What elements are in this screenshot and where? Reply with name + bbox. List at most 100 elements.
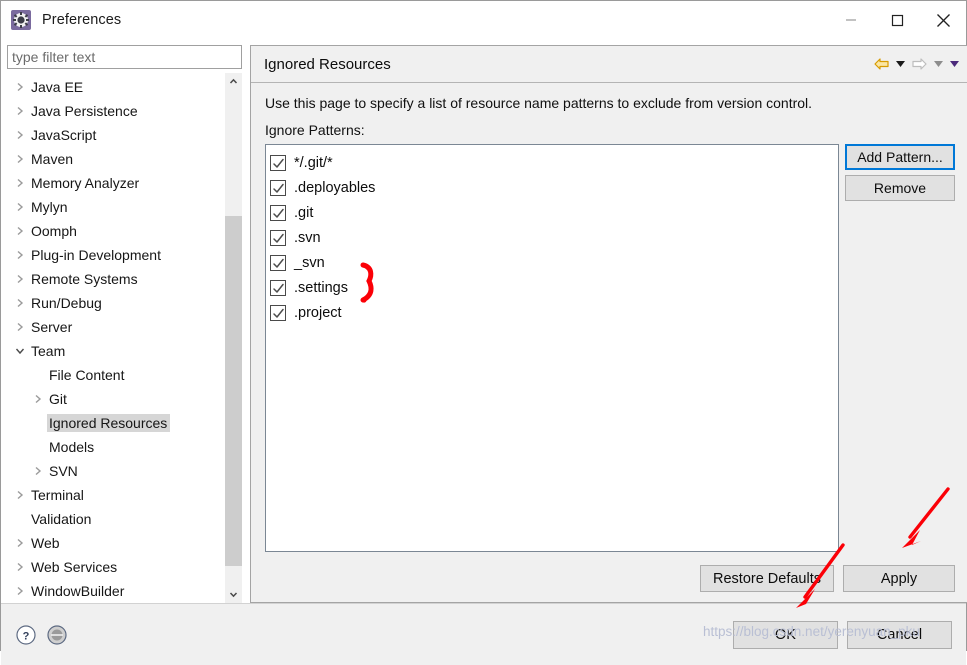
page-description: Use this page to specify a list of resou… bbox=[265, 95, 813, 111]
ok-button[interactable]: OK bbox=[733, 620, 838, 649]
chevron-right-icon[interactable] bbox=[11, 82, 29, 92]
chevron-right-icon[interactable] bbox=[11, 490, 29, 500]
chevron-right-icon[interactable] bbox=[11, 322, 29, 332]
sidebar-item-validation[interactable]: Validation bbox=[7, 507, 225, 531]
pattern-checkbox[interactable] bbox=[270, 254, 286, 271]
page-nav-icons bbox=[871, 46, 961, 82]
ignore-patterns-label: Ignore Patterns: bbox=[265, 122, 365, 138]
sidebar-item-javascript[interactable]: JavaScript bbox=[7, 123, 225, 147]
sidebar-item-label: Models bbox=[49, 439, 95, 455]
tree-scrollbar[interactable] bbox=[225, 73, 242, 603]
pattern-list-item[interactable]: .git bbox=[270, 200, 838, 225]
preferences-tree: Java EE Java Persistence JavaScript Maven Me… bbox=[7, 73, 225, 603]
chevron-down-icon[interactable] bbox=[225, 586, 242, 603]
sidebar-item-java-ee[interactable]: Java EE bbox=[7, 75, 225, 99]
pattern-checkbox[interactable] bbox=[270, 179, 286, 196]
preferences-gear-icon bbox=[11, 10, 31, 30]
pattern-list-item[interactable]: _svn bbox=[270, 250, 838, 275]
chevron-right-icon[interactable] bbox=[11, 202, 29, 212]
filter-input[interactable] bbox=[7, 45, 242, 69]
sidebar-item-label: Team bbox=[31, 343, 66, 359]
forward-menu-caret-down-icon[interactable] bbox=[931, 53, 945, 75]
sidebar-item-team[interactable]: Team bbox=[7, 339, 225, 363]
sidebar-item-web-services[interactable]: Web Services bbox=[7, 555, 225, 579]
add-pattern-button[interactable]: Add Pattern... bbox=[845, 144, 955, 170]
remove-button[interactable]: Remove bbox=[845, 175, 955, 201]
sidebar-item-oomph[interactable]: Oomph bbox=[7, 219, 225, 243]
chevron-right-icon[interactable] bbox=[11, 154, 29, 164]
sidebar-item-terminal[interactable]: Terminal bbox=[7, 483, 225, 507]
sidebar-item-windowbuilder[interactable]: WindowBuilder bbox=[7, 579, 225, 603]
chevron-right-icon[interactable] bbox=[11, 130, 29, 140]
sidebar-item-label: Java Persistence bbox=[31, 103, 138, 119]
contents-circle-icon[interactable] bbox=[46, 624, 68, 646]
pattern-checkbox[interactable] bbox=[270, 279, 286, 296]
pattern-checkbox[interactable] bbox=[270, 204, 286, 221]
forward-arrow-icon[interactable] bbox=[909, 53, 929, 75]
pattern-list-item[interactable]: .svn bbox=[270, 225, 838, 250]
pattern-checkbox[interactable] bbox=[270, 229, 286, 246]
chevron-right-icon[interactable] bbox=[29, 466, 47, 476]
question-mark-icon[interactable]: ? bbox=[15, 624, 37, 646]
pattern-list-item[interactable]: */.git/* bbox=[270, 150, 838, 175]
pattern-list-item[interactable]: .project bbox=[270, 300, 838, 325]
sidebar-item-label: Git bbox=[49, 391, 67, 407]
sidebar-item-java-persistence[interactable]: Java Persistence bbox=[7, 99, 225, 123]
window-title: Preferences bbox=[42, 12, 122, 28]
sidebar-item-run-debug[interactable]: Run/Debug bbox=[7, 291, 225, 315]
sidebar-item-plug-in-development[interactable]: Plug-in Development bbox=[7, 243, 225, 267]
sidebar-item-label: WindowBuilder bbox=[31, 583, 125, 599]
sidebar-item-web[interactable]: Web bbox=[7, 531, 225, 555]
chevron-right-icon[interactable] bbox=[11, 250, 29, 260]
page-header: Ignored Resources bbox=[251, 46, 967, 83]
sidebar-item-ignored-resources[interactable]: Ignored Resources bbox=[7, 411, 225, 435]
dialog-footer: ? OK Cancel bbox=[1, 603, 966, 665]
close-button[interactable] bbox=[920, 1, 966, 39]
back-menu-caret-down-icon[interactable] bbox=[893, 53, 907, 75]
page-body: Use this page to specify a list of resou… bbox=[251, 83, 967, 602]
overflow-menu-caret-down-icon[interactable] bbox=[947, 53, 961, 75]
chevron-right-icon[interactable] bbox=[11, 226, 29, 236]
chevron-down-icon[interactable] bbox=[11, 347, 29, 355]
chevron-right-icon[interactable] bbox=[11, 562, 29, 572]
pattern-checkbox[interactable] bbox=[270, 154, 286, 171]
footer-icons: ? bbox=[15, 624, 68, 646]
pattern-list-item[interactable]: .deployables bbox=[270, 175, 838, 200]
sidebar-item-label: Ignored Resources bbox=[47, 414, 171, 432]
minimize-button[interactable] bbox=[828, 1, 874, 39]
sidebar-item-memory-analyzer[interactable]: Memory Analyzer bbox=[7, 171, 225, 195]
chevron-right-icon[interactable] bbox=[11, 538, 29, 548]
ignore-patterns-list[interactable]: */.git/* .deployables .git .svn _svn .setting… bbox=[265, 144, 839, 552]
pattern-label: .settings bbox=[294, 279, 348, 296]
back-arrow-icon[interactable] bbox=[871, 53, 891, 75]
sidebar-item-label: Web Services bbox=[31, 559, 118, 575]
sidebar-item-mylyn[interactable]: Mylyn bbox=[7, 195, 225, 219]
tree-scrollbar-thumb[interactable] bbox=[225, 216, 242, 566]
sidebar-item-server[interactable]: Server bbox=[7, 315, 225, 339]
maximize-button[interactable] bbox=[874, 1, 920, 39]
chevron-right-icon[interactable] bbox=[11, 586, 29, 596]
preferences-tree-wrapper: Java EE Java Persistence JavaScript Maven Me… bbox=[7, 73, 242, 603]
chevron-right-icon[interactable] bbox=[11, 298, 29, 308]
sidebar-item-label: Run/Debug bbox=[31, 295, 102, 311]
sidebar-item-remote-systems[interactable]: Remote Systems bbox=[7, 267, 225, 291]
chevron-right-icon[interactable] bbox=[11, 274, 29, 284]
chevron-up-icon[interactable] bbox=[225, 73, 242, 90]
pattern-label: _svn bbox=[294, 254, 325, 271]
restore-defaults-button[interactable]: Restore Defaults bbox=[700, 565, 834, 592]
sidebar-item-maven[interactable]: Maven bbox=[7, 147, 225, 171]
sidebar-item-label: SVN bbox=[49, 463, 78, 479]
chevron-right-icon[interactable] bbox=[29, 394, 47, 404]
sidebar-item-label: Mylyn bbox=[31, 199, 68, 215]
chevron-right-icon[interactable] bbox=[11, 178, 29, 188]
pattern-checkbox[interactable] bbox=[270, 304, 286, 321]
sidebar-item-models[interactable]: Models bbox=[7, 435, 225, 459]
cancel-button[interactable]: Cancel bbox=[847, 620, 952, 649]
pattern-list-item[interactable]: .settings bbox=[270, 275, 838, 300]
apply-button[interactable]: Apply bbox=[843, 565, 955, 592]
sidebar-item-file-content[interactable]: File Content bbox=[7, 363, 225, 387]
sidebar-item-svn[interactable]: SVN bbox=[7, 459, 225, 483]
chevron-right-icon[interactable] bbox=[11, 106, 29, 116]
pattern-label: .deployables bbox=[294, 179, 376, 196]
sidebar-item-git[interactable]: Git bbox=[7, 387, 225, 411]
